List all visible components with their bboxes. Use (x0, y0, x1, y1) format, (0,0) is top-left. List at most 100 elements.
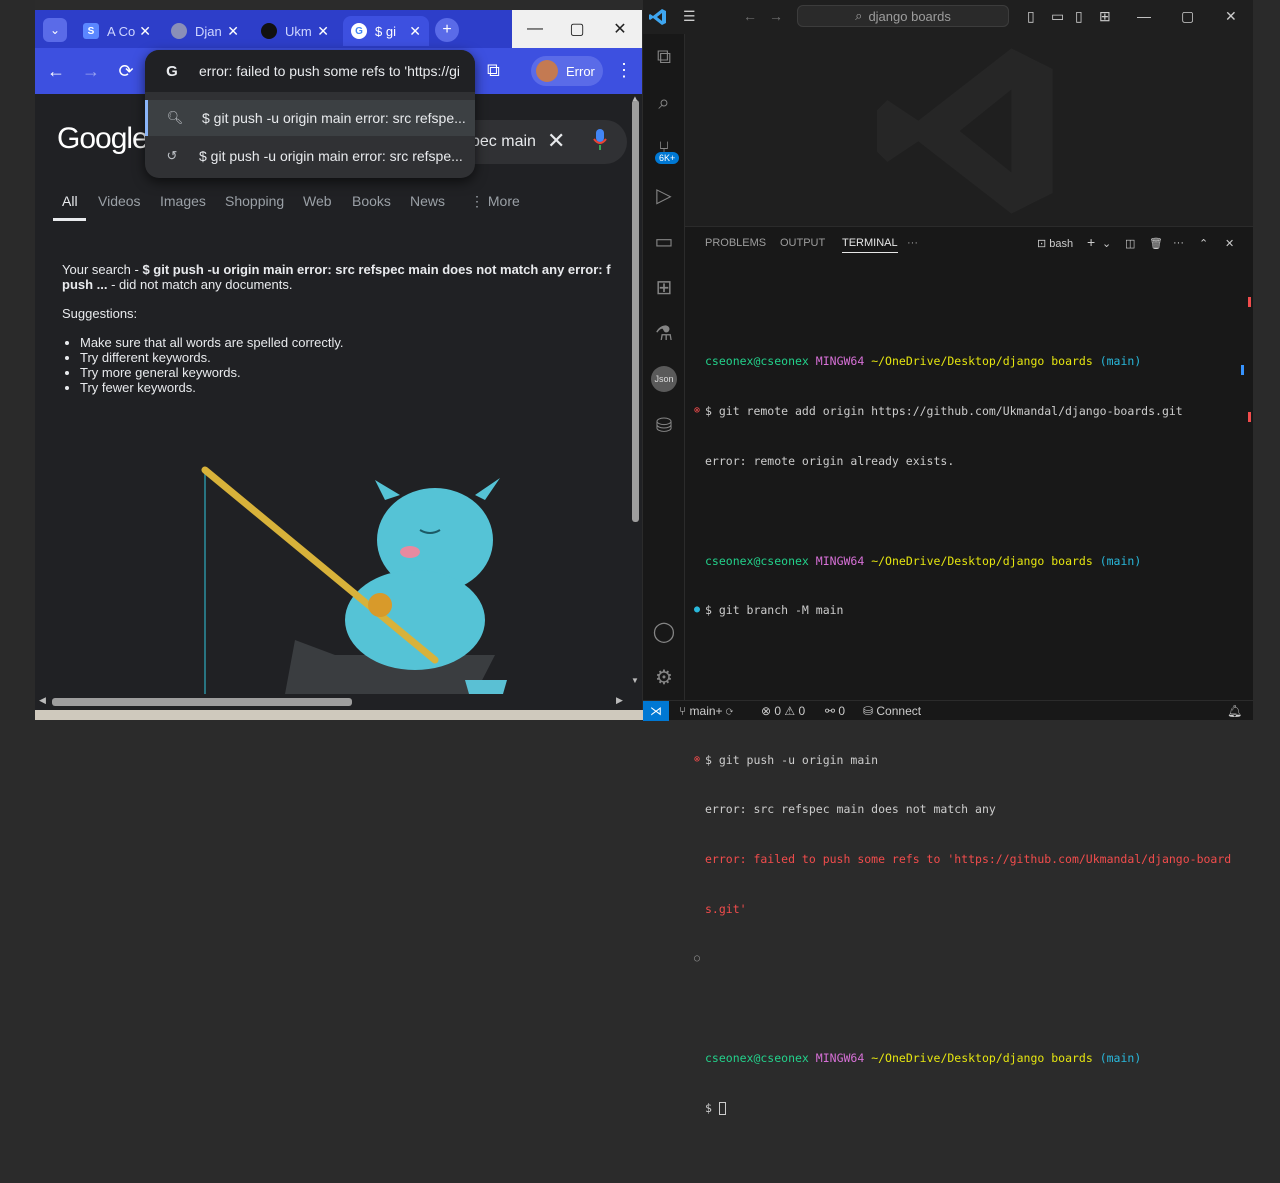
explorer-icon[interactable]: ⧉ (651, 44, 677, 70)
scroll-right-icon[interactable]: ▶ (616, 695, 623, 706)
close-window-button[interactable]: ✕ (598, 10, 642, 48)
browser-tab[interactable]: S A Co ✕ (75, 16, 159, 46)
tab-images[interactable]: Images (160, 193, 206, 209)
results-query: $ git push -u origin main error: src ref… (142, 262, 611, 277)
prompt-path: ~/OneDrive/Desktop/django boards (871, 1051, 1093, 1066)
new-tab-button[interactable]: + (435, 18, 459, 42)
new-terminal-icon[interactable]: + (1087, 234, 1095, 250)
results-query-cont: push ... (62, 277, 108, 292)
chevron-down-icon[interactable]: ⌄ (1102, 237, 1111, 250)
maximize-button[interactable]: ▢ (554, 10, 600, 48)
remote-explorer-icon[interactable]: ▭ (651, 228, 677, 254)
tab-web[interactable]: Web (303, 193, 332, 209)
tab-books[interactable]: Books (352, 193, 391, 209)
close-tab-icon[interactable]: ✕ (227, 23, 239, 40)
terminal-error-line: error: failed to push some refs to 'http… (705, 852, 1232, 867)
terminal-output[interactable]: cseonex@cseonex MINGW64 ~/OneDrive/Deskt… (694, 287, 1245, 1183)
notifications-bell-icon[interactable]: 🔔︎ (1227, 704, 1242, 718)
browser-tab[interactable]: Djan ✕ (163, 16, 247, 46)
scroll-left-icon[interactable]: ◀ (39, 695, 46, 706)
tab-terminal[interactable]: TERMINAL (842, 237, 898, 253)
settings-gear-icon[interactable]: ⚙ (651, 664, 677, 690)
tab-search-button[interactable]: ⌄ (43, 18, 67, 42)
toggle-panel-icon[interactable]: ▭ (1051, 8, 1064, 25)
tab-title: $ gi (375, 23, 396, 39)
toggle-secondary-sidebar-icon[interactable]: ▯ (1075, 8, 1083, 25)
account-icon[interactable]: ◯ (651, 618, 677, 644)
bottom-panel: PROBLEMS OUTPUT TERMINAL ··· ⊡ bash + ⌄ … (685, 226, 1253, 1116)
minimize-button[interactable]: — (512, 10, 558, 48)
tab-more[interactable]: ⋮ More (470, 193, 520, 210)
profile-button[interactable]: Error (531, 56, 603, 86)
ports-indicator[interactable]: ⚯ 0 (825, 704, 845, 718)
google-logo[interactable]: Google (57, 122, 149, 156)
scroll-down-icon[interactable]: ▼ (631, 676, 639, 685)
trash-icon[interactable]: 🗑︎ (1149, 237, 1163, 250)
back-icon[interactable]: ← (45, 60, 67, 82)
toggle-primary-sidebar-icon[interactable]: ▯ (1027, 8, 1035, 25)
back-icon[interactable]: ← (743, 8, 757, 24)
database-icon: ⛁ (863, 704, 877, 718)
more-icon[interactable]: ··· (1173, 237, 1184, 249)
forward-icon[interactable]: → (769, 8, 783, 24)
browser-tab[interactable]: Ukm ✕ (253, 16, 337, 46)
chrome-window: ⌄ S A Co ✕ Djan ✕ Ukm ✕ G $ gi ✕ + — ▢ ✕… (35, 10, 642, 710)
reload-icon[interactable]: ⟳ (115, 60, 137, 82)
close-tab-icon[interactable]: ✕ (139, 23, 151, 40)
forward-icon[interactable]: → (80, 60, 102, 82)
error-icon: ⊗ (761, 704, 775, 718)
remote-indicator-icon[interactable]: ⋊ (643, 701, 669, 721)
extensions-icon[interactable]: ⊞ (651, 274, 677, 300)
desktop-left-edge (0, 0, 35, 720)
scroll-marker (1241, 365, 1244, 375)
close-window-button[interactable]: ✕ (1225, 8, 1237, 25)
close-tab-icon[interactable]: ✕ (317, 23, 329, 40)
terminal-instance[interactable]: ⊡ bash (1037, 237, 1073, 250)
clear-search-icon[interactable]: ✕ (547, 128, 565, 154)
search-icon[interactable]: ⌕ (651, 90, 677, 116)
more-menu-icon[interactable]: ⋮ (615, 60, 633, 81)
ports-icon: ⚯ (825, 704, 839, 718)
omnibox-suggestion[interactable]: 🔍︎ $ git push -u origin main error: src … (145, 100, 475, 136)
search-label: django boards (868, 8, 951, 24)
branch-indicator[interactable]: ⑂ main+ ⟳ (679, 704, 733, 718)
source-control-badge: 6K+ (655, 152, 680, 164)
more-actions-icon[interactable]: ··· (907, 237, 918, 249)
close-panel-icon[interactable]: ✕ (1225, 237, 1234, 250)
omnibox-suggestion[interactable]: ↺ $ git push -u origin main error: src r… (145, 138, 475, 174)
microphone-icon[interactable] (593, 129, 607, 151)
browser-tab-active[interactable]: G $ gi ✕ (343, 16, 429, 46)
customize-layout-icon[interactable]: ⊞ (1099, 8, 1111, 25)
tab-problems[interactable]: PROBLEMS (705, 237, 766, 249)
json-icon[interactable]: Json (651, 366, 677, 392)
list-item: Try more general keywords. (80, 365, 642, 380)
minimize-button[interactable]: — (1137, 8, 1151, 24)
maximize-panel-icon[interactable]: ⌃ (1199, 237, 1208, 250)
connect-button[interactable]: ⛁ Connect (863, 704, 921, 718)
run-debug-icon[interactable]: ▷ (651, 182, 677, 208)
close-tab-icon[interactable]: ✕ (409, 23, 421, 40)
maximize-button[interactable]: ▢ (1181, 8, 1194, 25)
error-dot-icon: ⊗ (694, 405, 701, 417)
address-bar[interactable]: G error: failed to push some refs to 'ht… (145, 50, 475, 92)
desktop-bottom-edge (35, 710, 643, 720)
problems-indicator[interactable]: ⊗ 0 ⚠ 0 (761, 704, 805, 718)
tab-videos[interactable]: Videos (98, 193, 141, 209)
scrollbar-thumb[interactable] (632, 100, 639, 522)
testing-icon[interactable]: ⚗ (651, 320, 677, 346)
tab-shopping[interactable]: Shopping (225, 193, 284, 209)
tab-output[interactable]: OUTPUT (780, 237, 825, 249)
database-icon[interactable]: ⛁ (651, 412, 677, 438)
tab-all[interactable]: All (62, 193, 78, 209)
menu-icon[interactable]: ☰ (683, 8, 696, 25)
split-terminal-icon[interactable]: ◫ (1125, 237, 1135, 250)
warning-count: 0 (798, 704, 806, 718)
scrollbar-thumb[interactable] (52, 698, 352, 706)
extensions-icon[interactable]: ⧉ (487, 60, 500, 81)
address-input[interactable]: error: failed to push some refs to 'http… (199, 63, 459, 79)
scroll-up-icon[interactable]: ▲ (631, 94, 639, 103)
list-item: Make sure that all words are spelled cor… (80, 335, 642, 350)
command-center-search[interactable]: ⌕ django boards (797, 5, 1009, 27)
tab-news[interactable]: News (410, 193, 445, 209)
terminal-command: $ git branch -M main (705, 603, 844, 618)
